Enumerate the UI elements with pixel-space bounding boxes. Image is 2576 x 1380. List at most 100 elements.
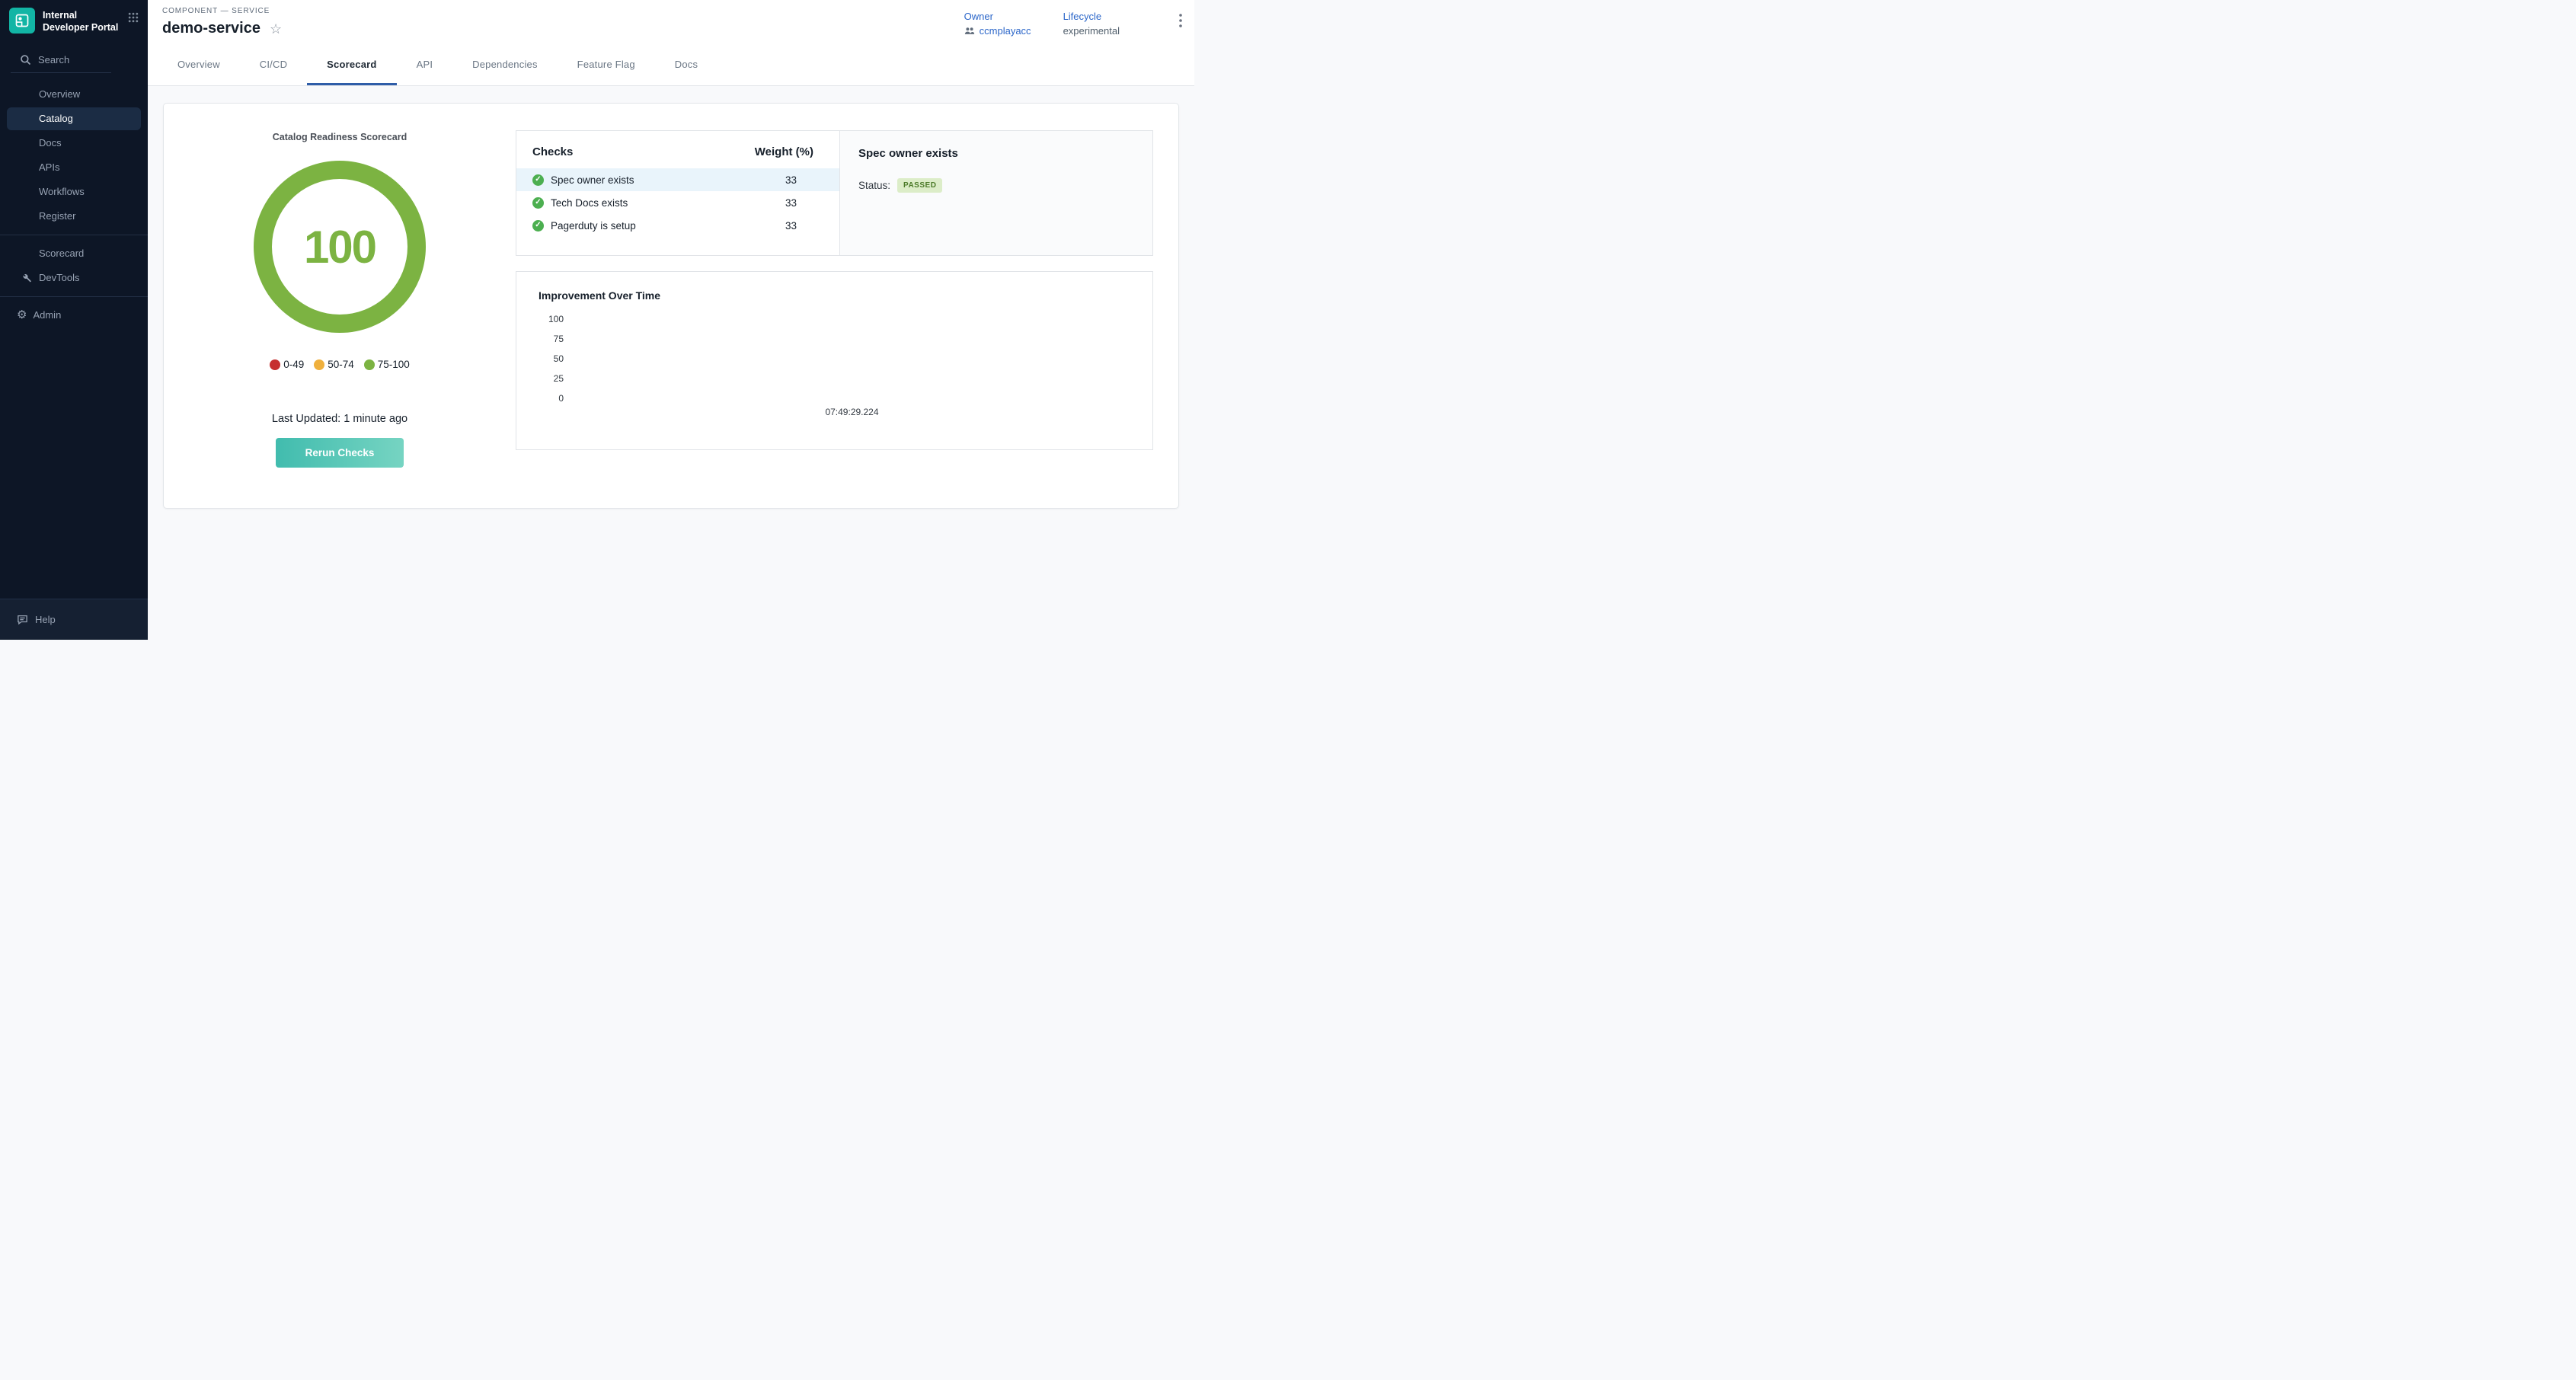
chart-y-axis: 100 75 50 25 0: [536, 314, 571, 404]
check-passed-icon: ✓: [532, 197, 544, 209]
checks-table-header: Checks Weight (%): [516, 131, 839, 168]
entity-tabs: Overview CI/CD Scorecard API Dependencie…: [148, 43, 1194, 86]
wrench-icon: [21, 273, 32, 283]
entity-header-left: COMPONENT — SERVICE demo-service ☆: [162, 7, 282, 43]
check-row-spec-owner[interactable]: ✓ Spec owner exists 33: [516, 168, 839, 191]
sidebar-item-label: Admin: [33, 309, 61, 321]
sidebar-item-label: Docs: [39, 137, 62, 149]
checks-panel: Checks Weight (%) ✓ Spec owner exists 33…: [516, 130, 1153, 256]
portal-logo-icon: [9, 8, 35, 34]
y-tick: 75: [554, 334, 564, 344]
search-label: Search: [38, 54, 69, 65]
tab-dependencies[interactable]: Dependencies: [452, 43, 558, 85]
chart-plot-area: [571, 314, 1133, 404]
sidebar-item-label: Overview: [39, 88, 80, 100]
group-icon: [964, 27, 975, 35]
improvement-chart-panel: Improvement Over Time 100 75 50 25 0 07:…: [516, 271, 1153, 450]
sidebar-item-apis[interactable]: APIs: [7, 156, 141, 179]
entity-header-right: Owner ccmplayacc Lifecycle experimenta: [964, 7, 1182, 43]
check-weight: 33: [785, 197, 839, 209]
sidebar-item-overview[interactable]: Overview: [7, 83, 141, 106]
tab-feature-flag[interactable]: Feature Flag: [558, 43, 655, 85]
help-label: Help: [35, 614, 56, 625]
gauge-legend: 0-49 50-74 75-100: [270, 359, 410, 370]
sidebar-item-register[interactable]: Register: [7, 205, 141, 228]
sidebar-spacer: [0, 327, 148, 599]
sidebar-search[interactable]: Search: [0, 43, 148, 72]
star-icon[interactable]: ☆: [270, 22, 282, 36]
check-detail-title: Spec owner exists: [858, 147, 1134, 160]
sidebar-item-label: DevTools: [39, 272, 79, 283]
help-icon: [17, 614, 28, 625]
check-name: Pagerduty is setup: [551, 220, 636, 232]
tab-cicd[interactable]: CI/CD: [240, 43, 307, 85]
scorecard-content: Catalog Readiness Scorecard 100 0-49 50-…: [148, 86, 1194, 640]
score-gauge: 100: [254, 161, 426, 333]
sidebar-item-admin[interactable]: ⚙ Admin: [7, 304, 141, 327]
score-value: 100: [304, 221, 376, 273]
gauge-column: Catalog Readiness Scorecard 100 0-49 50-…: [164, 104, 516, 508]
sidebar-item-catalog[interactable]: Catalog: [7, 107, 141, 130]
tab-overview[interactable]: Overview: [158, 43, 240, 85]
check-passed-icon: ✓: [532, 220, 544, 232]
owner-label[interactable]: Owner: [964, 11, 1031, 22]
tab-scorecard[interactable]: Scorecard: [307, 43, 396, 85]
sidebar-item-help[interactable]: Help: [0, 599, 148, 640]
checks-column-header: Checks: [532, 145, 573, 158]
status-badge: PASSED: [897, 178, 942, 193]
sidebar-item-docs[interactable]: Docs: [7, 132, 141, 155]
sidebar-item-label: Scorecard: [39, 248, 84, 259]
y-tick: 25: [554, 373, 564, 384]
legend-dot-green-icon: [364, 359, 375, 370]
status-label: Status:: [858, 180, 890, 191]
legend-dot-amber-icon: [314, 359, 324, 370]
search-icon: [20, 54, 31, 65]
y-tick: 50: [554, 353, 564, 364]
gear-icon: ⚙: [17, 309, 27, 321]
weight-column-header: Weight (%): [755, 145, 813, 158]
apps-grid-icon[interactable]: [128, 8, 139, 23]
legend-item-high: 75-100: [364, 359, 410, 370]
legend-item-mid: 50-74: [314, 359, 354, 370]
check-name: Tech Docs exists: [551, 197, 628, 209]
rerun-checks-button[interactable]: Rerun Checks: [276, 438, 404, 468]
check-detail-panel: Spec owner exists Status: PASSED: [840, 131, 1152, 255]
checks-column: Checks Weight (%) ✓ Spec owner exists 33…: [516, 104, 1178, 508]
legend-label: 50-74: [328, 359, 354, 370]
check-weight: 33: [785, 220, 839, 232]
sidebar-item-devtools[interactable]: DevTools: [7, 267, 141, 289]
legend-label: 0-49: [283, 359, 304, 370]
lifecycle-meta: Lifecycle experimental: [1063, 11, 1120, 37]
legend-item-low: 0-49: [270, 359, 304, 370]
sidebar-item-label: Workflows: [39, 186, 85, 197]
lifecycle-label[interactable]: Lifecycle: [1063, 11, 1120, 22]
sidebar: Internal Developer Portal Search Overvie…: [0, 0, 148, 640]
legend-label: 75-100: [378, 359, 410, 370]
sidebar-item-scorecard[interactable]: Scorecard: [7, 242, 141, 265]
breadcrumb: COMPONENT — SERVICE: [162, 7, 282, 15]
check-row-pagerduty[interactable]: ✓ Pagerduty is setup 33: [516, 214, 839, 237]
tab-docs[interactable]: Docs: [655, 43, 718, 85]
sidebar-item-label: Catalog: [39, 113, 73, 124]
main-area: COMPONENT — SERVICE demo-service ☆ Owner: [148, 0, 1194, 640]
owner-value[interactable]: ccmplayacc: [980, 25, 1031, 37]
chart-title: Improvement Over Time: [536, 289, 1133, 302]
brand-title: Internal Developer Portal: [43, 8, 120, 34]
check-row-tech-docs[interactable]: ✓ Tech Docs exists 33: [516, 191, 839, 214]
check-weight: 33: [785, 174, 839, 186]
lifecycle-value: experimental: [1063, 25, 1120, 37]
entity-header: COMPONENT — SERVICE demo-service ☆ Owner: [148, 0, 1194, 43]
brand: Internal Developer Portal: [0, 0, 148, 43]
scorecard-card: Catalog Readiness Scorecard 100 0-49 50-…: [163, 103, 1179, 509]
kebab-menu-icon[interactable]: [1179, 11, 1182, 27]
page-title: demo-service: [162, 20, 260, 37]
sidebar-item-workflows[interactable]: Workflows: [7, 180, 141, 203]
nav-divider: [0, 296, 148, 297]
y-tick: 0: [558, 393, 564, 404]
tab-api[interactable]: API: [397, 43, 453, 85]
sidebar-item-label: Register: [39, 210, 75, 222]
checks-table: Checks Weight (%) ✓ Spec owner exists 33…: [516, 131, 840, 255]
check-passed-icon: ✓: [532, 174, 544, 186]
x-tick: 07:49:29.224: [825, 407, 878, 417]
check-name: Spec owner exists: [551, 174, 634, 186]
